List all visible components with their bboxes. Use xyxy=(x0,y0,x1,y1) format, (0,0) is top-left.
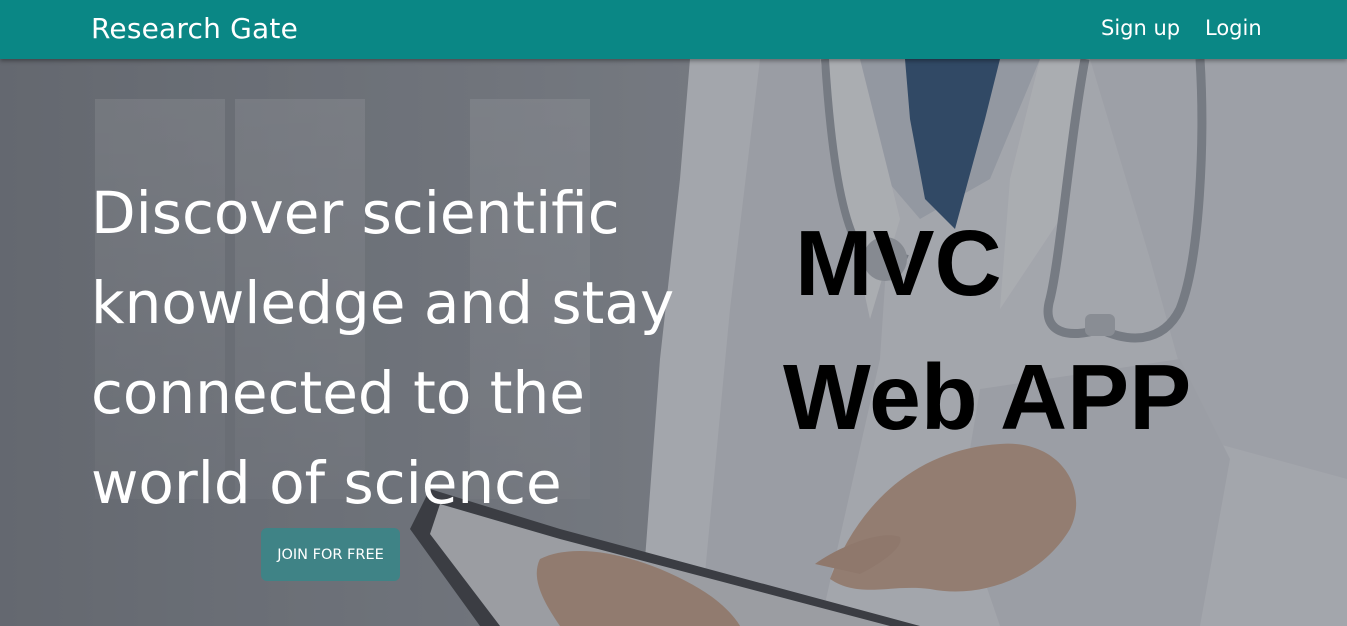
headline-line: Discover scientific xyxy=(91,179,620,247)
headline-line: knowledge and stay xyxy=(91,269,675,337)
nav-signup-link[interactable]: Sign up xyxy=(1101,16,1180,40)
headline-line: world of science xyxy=(91,449,562,517)
hero-headline: Discover scientific knowledge and stay c… xyxy=(91,168,731,528)
headline-line: connected to the xyxy=(91,359,585,427)
top-navbar: Research Gate Sign up Login xyxy=(0,0,1347,59)
brand-logo-link[interactable]: Research Gate xyxy=(91,12,298,45)
overlay-caption-line: MVC xyxy=(795,211,1002,315)
overlay-caption-line: Web APP xyxy=(783,345,1192,449)
overlay-caption: MVC Web APP xyxy=(783,196,1191,464)
nav-login-link[interactable]: Login xyxy=(1205,16,1262,40)
join-for-free-button[interactable]: JOIN FOR FREE xyxy=(261,528,400,581)
